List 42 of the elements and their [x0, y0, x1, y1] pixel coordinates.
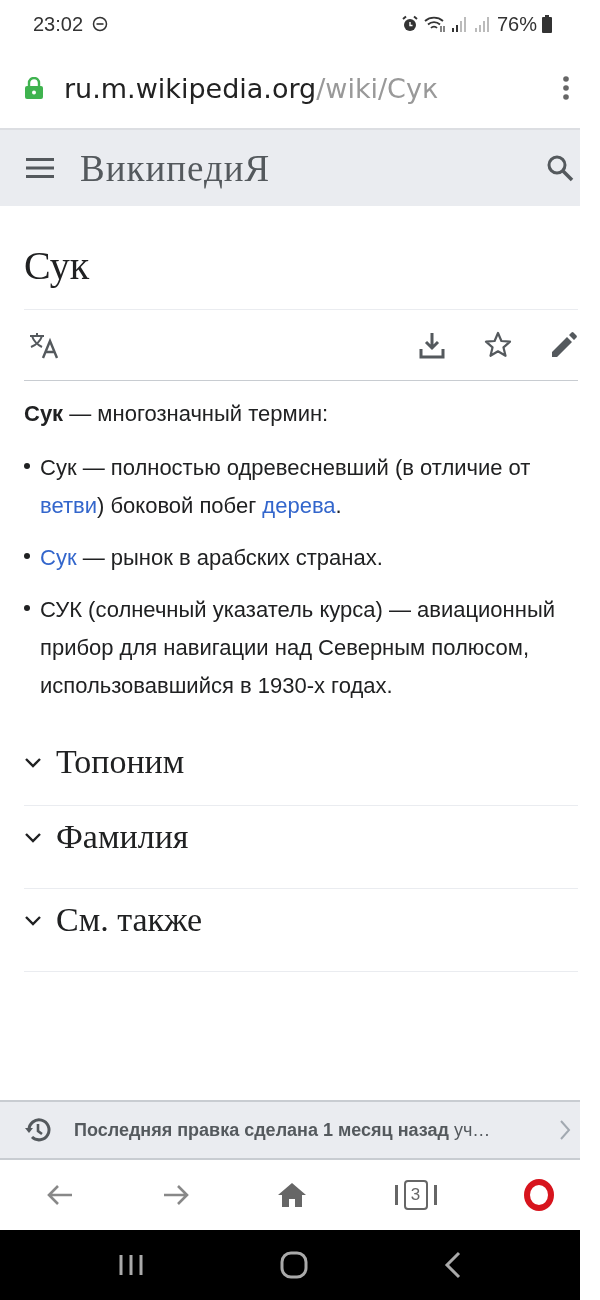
back-icon[interactable]: [444, 1251, 462, 1279]
back-arrow-icon[interactable]: [46, 1183, 74, 1207]
address-field[interactable]: ru.m.wikipedia.org/wiki/Сук: [64, 72, 542, 104]
battery-icon: [542, 15, 552, 33]
pencil-icon[interactable]: [550, 331, 578, 359]
search-icon[interactable]: [546, 154, 574, 182]
clock-time: 23:02: [33, 12, 84, 36]
history-icon: [24, 1116, 52, 1144]
browser-logo-icon[interactable]: [524, 1179, 554, 1211]
menu-icon[interactable]: [26, 157, 54, 179]
wifi-icon: [423, 15, 446, 33]
home-icon[interactable]: [277, 1182, 307, 1208]
download-icon[interactable]: [418, 331, 446, 359]
link[interactable]: ветви: [40, 493, 97, 518]
battery-percent: 76%: [496, 12, 537, 36]
chevron-right-icon: [558, 1119, 572, 1141]
home-button-icon[interactable]: [280, 1251, 308, 1279]
link[interactable]: Сук: [40, 545, 77, 570]
link[interactable]: дерева: [262, 493, 336, 518]
signal-icon: [473, 15, 492, 33]
alarm-icon: [400, 15, 419, 33]
section-heading[interactable]: Топоним: [24, 719, 578, 806]
translate-icon[interactable]: [28, 331, 60, 359]
last-edit-bar[interactable]: Последняя правка сделана 1 месяц назад уч…: [0, 1100, 580, 1160]
do-not-disturb-icon: [92, 16, 109, 32]
star-icon[interactable]: [484, 331, 512, 359]
last-edit-text: Последняя правка сделана 1 месяц назад уч…: [74, 1119, 492, 1141]
list-item-text: Сук — рынок в арабских странах.: [40, 544, 383, 572]
list-item-text: СУК (солнечный указатель курса) — авиационный прибор для навигации над Северным полюсом, использовавшийся в 1930-х годах.: [40, 596, 556, 700]
list-item-text: Сук — полностью одревесневший (в отличие от ветви) боковой побег дерева.: [40, 454, 532, 520]
bullet-dot: [24, 463, 30, 469]
recent-apps-icon[interactable]: [118, 1253, 144, 1277]
intro-text: Сук — многозначный термин:: [24, 401, 330, 427]
more-options-icon[interactable]: [562, 75, 570, 101]
tabs-button[interactable]: 3: [394, 1177, 437, 1213]
bullet-dot: [24, 553, 30, 559]
section-heading[interactable]: Фамилия: [24, 786, 578, 889]
page-title: Сук: [24, 206, 578, 310]
bullet-dot: [24, 605, 30, 611]
section-heading[interactable]: См. также: [24, 869, 578, 972]
signal-icon: [450, 15, 469, 33]
forward-arrow-icon[interactable]: [161, 1183, 190, 1207]
